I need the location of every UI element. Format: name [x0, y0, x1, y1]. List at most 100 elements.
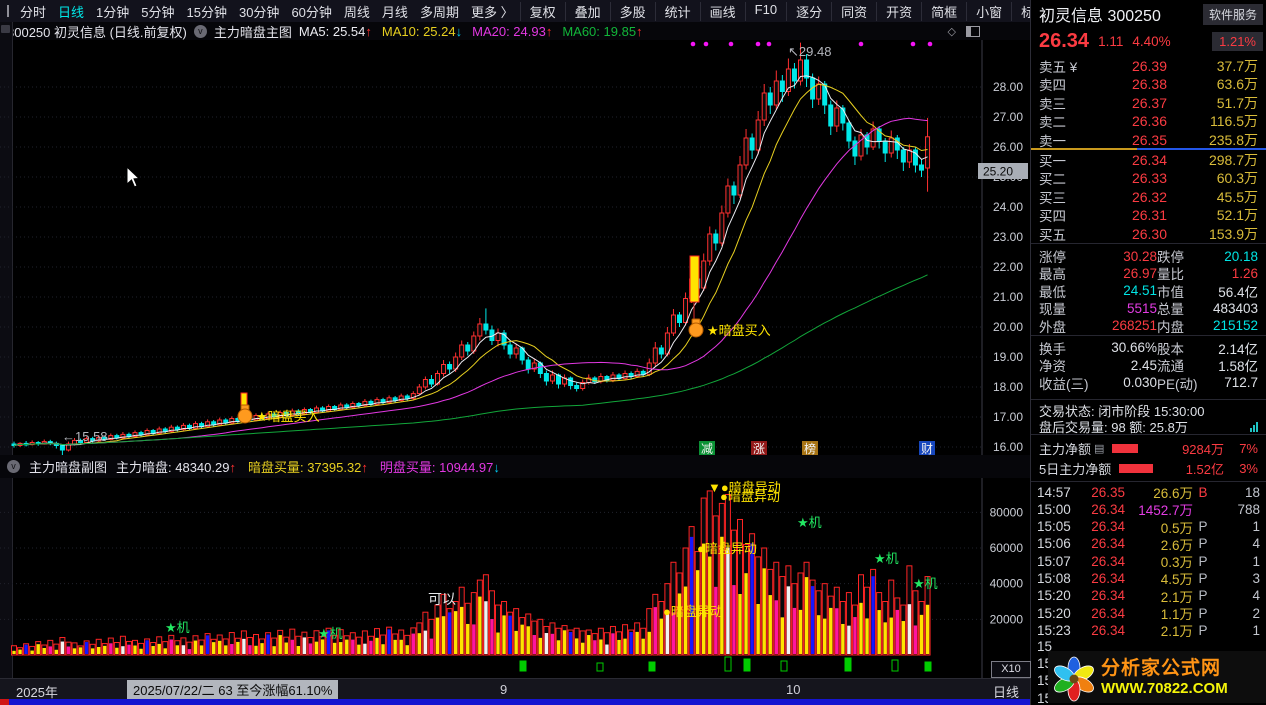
buy-level-row-3[interactable]: 买四 26.31 52.1万: [1031, 205, 1266, 224]
stats-row-5: 换手 30.66% 股本 2.14亿: [1039, 340, 1258, 357]
peak-price-label: ↖29.48: [788, 44, 831, 59]
tick-row-7[interactable]: 15:20 26.34 1.1万 P 2: [1031, 603, 1266, 623]
candle: [828, 104, 834, 127]
buy-level-row-1[interactable]: 买二 26.33 60.3万: [1031, 168, 1266, 187]
window-layout-icon[interactable]: [7, 5, 9, 17]
resize-handle[interactable]: [0, 699, 9, 705]
candle: [852, 140, 858, 157]
candle: [465, 344, 471, 352]
buy-signal-label: ★暗盘买入: [256, 409, 320, 424]
menu-item-10[interactable]: 更多 〉: [465, 2, 520, 21]
candle: [416, 386, 422, 395]
bottom-badge[interactable]: 涨: [753, 441, 765, 455]
menu-tool-8[interactable]: 开资: [876, 1, 921, 21]
candle: [791, 68, 797, 82]
menu-item-2[interactable]: 1分钟: [90, 2, 135, 21]
menu-tool-6[interactable]: 逐分: [786, 1, 831, 21]
candle: [749, 137, 755, 151]
subchart-name: 主力暗盘副图: [29, 460, 108, 475]
opportunity-label: ★机: [913, 576, 938, 591]
strip-mark: [1, 25, 10, 33]
candle: [670, 314, 676, 334]
split-window-icon[interactable]: [966, 25, 980, 37]
candle: [701, 260, 707, 289]
menu-tool-10[interactable]: 小窗: [966, 1, 1011, 21]
formula-site-watermark[interactable]: 分析家公式网 WWW.70822.COM: [1048, 651, 1266, 703]
menu-tool-5[interactable]: F10: [744, 1, 786, 21]
list-icon[interactable]: ▤: [1094, 442, 1104, 455]
candle: [834, 107, 840, 127]
period-menu-group: 分时 日线 1分钟 5分钟 15分钟 30分钟 60分钟 周线 月线 多周期 更多 〉: [14, 2, 520, 21]
mouse-cursor: [126, 166, 141, 188]
sell-level-row-4[interactable]: 卖一 26.35 235.8万: [1031, 130, 1266, 149]
menu-tool-9[interactable]: 简框: [921, 1, 966, 21]
menu-item-9[interactable]: 多周期: [414, 2, 465, 21]
sell-level-row-1[interactable]: 卖四 26.38 63.6万: [1031, 74, 1266, 93]
tick-row-5[interactable]: 15:08 26.34 4.5万 P 3: [1031, 568, 1266, 588]
stats-row-4: 外盘 268251 内盘 215152: [1039, 318, 1259, 335]
menu-item-3[interactable]: 5分钟: [135, 2, 180, 21]
candle: [543, 373, 549, 382]
menu-tool-3[interactable]: 统计: [654, 1, 700, 21]
diamond-icon[interactable]: ◇: [948, 25, 956, 38]
menu-item-7[interactable]: 周线: [338, 2, 376, 21]
bottom-badge[interactable]: 财: [921, 442, 933, 455]
industry-badge[interactable]: 软件服务: [1202, 3, 1263, 25]
menu-item-0[interactable]: 分时: [14, 2, 52, 21]
ma-line-3: [13, 274, 928, 446]
price-change-pct: 4.40%: [1132, 34, 1171, 49]
sell-level-row-3[interactable]: 卖二 26.36 116.5万: [1031, 111, 1266, 130]
main-chart-canvas[interactable]: 28.0027.0026.0025.0024.0023.0022.0021.00…: [0, 40, 1030, 455]
sub-chart-canvas[interactable]: 80000600004000020000▼●暗盘异动●暗盘异动●暗盘异动●暗盘异…: [0, 478, 1030, 678]
buy-level-row-2[interactable]: 买三 26.32 45.5万: [1031, 187, 1266, 206]
price-axis-label: 22.00: [993, 260, 1023, 274]
menu-item-8[interactable]: 月线: [376, 2, 414, 21]
menu-item-4[interactable]: 15分钟: [181, 2, 233, 21]
indicator-value-0: 主力暗盘: 48340.29↑: [116, 460, 236, 475]
date-info-box: 2025/07/22/二 63 至今涨幅61.10%: [127, 680, 339, 699]
menu-item-5[interactable]: 30分钟: [233, 2, 285, 21]
buy-level-row-4[interactable]: 买五 26.30 153.9万: [1031, 224, 1266, 243]
indicator-value-3: MA60: 19.85↑: [562, 23, 643, 39]
logo-site-name: 分析家公式网: [1101, 657, 1222, 679]
stock-stats-panel: 涨停 30.28 跌停 20.18 最高 26.97 量比 1.26 最低 24.51 市值 56.4…: [1031, 243, 1266, 392]
candle: [422, 379, 428, 388]
tick-row-6[interactable]: 15:20 26.34 2.1万 P 4: [1031, 586, 1266, 605]
price-axis-label: 21.00: [993, 290, 1023, 304]
indicator-dropdown-icon[interactable]: v: [193, 24, 207, 38]
ma-line-2: [13, 117, 928, 446]
menu-tool-1[interactable]: 叠加: [564, 1, 610, 21]
subchart-dropdown-icon[interactable]: v: [7, 460, 20, 473]
menu-tool-0[interactable]: 复权: [519, 1, 565, 21]
tick-row-8[interactable]: 15:23 26.34 2.1万 P 1: [1031, 620, 1266, 640]
fund-flow-row-1: 5日主力净额 1.52亿 3%: [1039, 460, 1258, 477]
tick-row-4[interactable]: 15:07 26.34 0.3万 P 1: [1031, 551, 1266, 571]
menu-item-1[interactable]: 日线: [52, 2, 90, 21]
menu-tool-7[interactable]: 同资: [831, 1, 876, 21]
menu-tool-4[interactable]: 画线: [699, 1, 745, 21]
bottom-badge[interactable]: 榜: [804, 441, 816, 455]
sell-level-row-0[interactable]: 卖五 ¥26.39 37.7万: [1031, 56, 1266, 75]
candle: [459, 344, 465, 358]
ma-line-0: [13, 75, 928, 446]
fund-flow-row-0: 主力净额 ▤ 9284万 7%: [1039, 440, 1258, 457]
bottom-badge[interactable]: 减: [701, 442, 713, 455]
candle: [59, 445, 65, 451]
menu-tool-2[interactable]: 多股: [609, 1, 655, 21]
bar-chart-icon[interactable]: [1250, 421, 1258, 432]
candle: [677, 314, 682, 323]
main-fund-flow-panel: 主力净额 ▤ 9284万 7% 5日主力净额 1.52亿 3%: [1031, 434, 1266, 478]
menu-item-6[interactable]: 60分钟: [285, 2, 337, 21]
candle: [622, 373, 628, 380]
stats-row-1: 最高 26.97 量比 1.26: [1039, 265, 1258, 283]
tick-row-0[interactable]: 14:57 26.35 26.6万 B 18: [1031, 482, 1266, 502]
volume-axis-label: 20000: [990, 612, 1024, 626]
tick-row-3[interactable]: 15:06 26.34 2.6万 P 4: [1031, 534, 1266, 553]
tick-row-2[interactable]: 15:05 26.34 0.5万 P 1: [1031, 517, 1266, 536]
sell-level-row-2[interactable]: 卖三 26.37 51.7万: [1031, 93, 1266, 112]
tick-row-1[interactable]: 15:00 26.34 1452.7万 788: [1031, 499, 1266, 519]
buy-level-row-0[interactable]: 买一 26.34 298.7万: [1031, 150, 1266, 169]
sidebar-stock-header: 初灵信息 300250 软件服务: [1031, 0, 1266, 28]
indicator-value-1: 暗盘买量: 37395.32↑: [247, 460, 368, 475]
x-axis-bar[interactable]: 2025年 2025/07/22/二 63 至今涨幅61.10% 日线 9 10: [0, 678, 1030, 700]
